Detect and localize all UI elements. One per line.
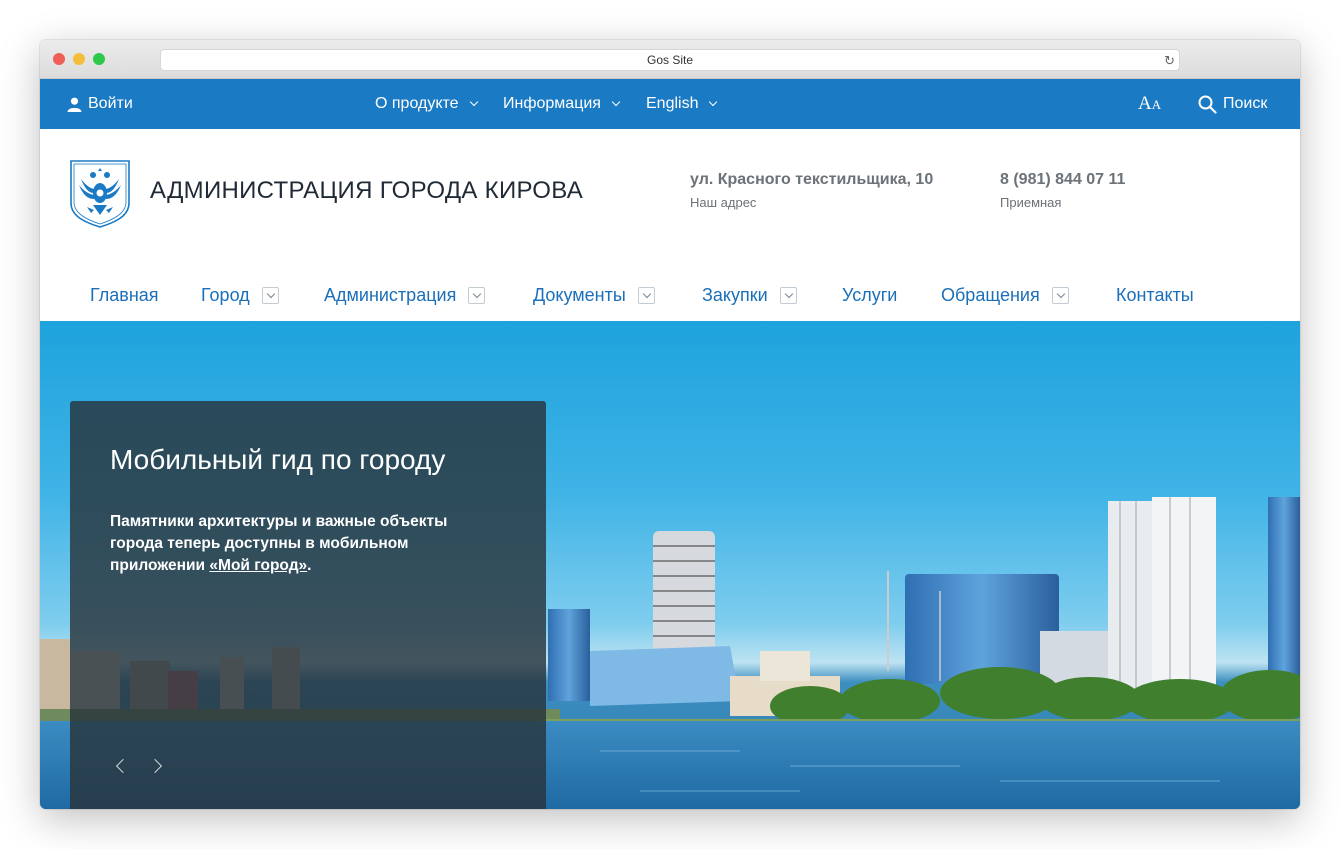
search-icon xyxy=(1198,95,1217,114)
nav-item-city[interactable]: Город xyxy=(201,285,279,306)
phone-block: 8 (981) 844 07 11 Приемная xyxy=(1000,171,1125,210)
reload-icon[interactable]: ↻ xyxy=(1164,51,1175,71)
site-title[interactable]: АДМИНИСТРАЦИЯ ГОРОДА КИРОВА xyxy=(150,177,583,205)
menu-about[interactable]: О продукте xyxy=(375,79,478,129)
nav-label: Главная xyxy=(90,285,159,305)
chevron-down-icon xyxy=(709,97,718,107)
dropdown-toggle-icon[interactable] xyxy=(468,287,486,304)
login-link[interactable]: Войти xyxy=(67,79,133,129)
address-label: Наш адрес xyxy=(690,195,757,210)
site-header: АДМИНИСТРАЦИЯ ГОРОДА КИРОВА ул. Красного… xyxy=(40,129,1300,321)
nav-item-documents[interactable]: Документы xyxy=(533,285,655,306)
language-switcher[interactable]: English xyxy=(646,79,718,129)
hero-slider: Мобильный гид по городу Памятники архите… xyxy=(40,321,1300,809)
nav-item-procurement[interactable]: Закупки xyxy=(702,285,797,306)
nav-label: Обращения xyxy=(941,285,1040,305)
nav-item-contacts[interactable]: Контакты xyxy=(1116,285,1194,306)
font-size-toggle[interactable]: AA xyxy=(1138,79,1161,129)
nav-item-services[interactable]: Услуги xyxy=(842,285,897,306)
search-link[interactable]: Поиск xyxy=(1198,79,1267,129)
font-size-icon: AA xyxy=(1138,93,1162,114)
window-controls xyxy=(53,53,105,65)
maximize-window-button[interactable] xyxy=(93,53,105,65)
page-title: Gos Site xyxy=(646,53,694,67)
nav-label: Администрация xyxy=(324,285,457,305)
coat-of-arms-logo[interactable] xyxy=(69,159,131,229)
nav-item-administration[interactable]: Администрация xyxy=(324,285,486,306)
nav-label: Контакты xyxy=(1116,285,1194,305)
nav-label: Документы xyxy=(533,285,626,305)
hero-caption-panel: Мобильный гид по городу Памятники архите… xyxy=(70,401,546,809)
menu-about-label: О продукте xyxy=(375,95,459,112)
hero-title: Мобильный гид по городу xyxy=(110,444,446,475)
user-icon xyxy=(67,97,82,112)
dropdown-toggle-icon[interactable] xyxy=(637,287,655,304)
dropdown-toggle-icon[interactable] xyxy=(779,287,797,304)
top-bar: Войти О продукте Информация English AA П… xyxy=(40,79,1300,129)
hero-text-end: . xyxy=(307,557,312,574)
slider-prev-icon[interactable] xyxy=(115,758,131,774)
menu-info[interactable]: Информация xyxy=(503,79,621,129)
menu-info-label: Информация xyxy=(503,95,601,112)
dropdown-toggle-icon[interactable] xyxy=(261,287,279,304)
address-bar[interactable]: Gos Site ↻ xyxy=(160,49,1180,71)
nav-item-appeals[interactable]: Обращения xyxy=(941,285,1069,306)
chevron-down-icon xyxy=(611,97,621,107)
nav-item-home[interactable]: Главная xyxy=(90,285,159,306)
browser-window: Gos Site ↻ Войти О продукте Информация E… xyxy=(40,40,1300,809)
dropdown-toggle-icon[interactable] xyxy=(1051,287,1069,304)
hero-description: Памятники архитектуры и важные объекты г… xyxy=(110,511,490,577)
nav-label: Город xyxy=(201,285,250,305)
slider-next-icon[interactable] xyxy=(147,758,163,774)
close-window-button[interactable] xyxy=(53,53,65,65)
chevron-down-icon xyxy=(469,97,478,107)
login-label: Войти xyxy=(88,95,133,112)
browser-titlebar: Gos Site ↻ xyxy=(40,40,1300,79)
language-label: English xyxy=(646,95,699,112)
address-block: ул. Красного текстильщика, 10 Наш адрес xyxy=(690,171,933,210)
minimize-window-button[interactable] xyxy=(73,53,85,65)
nav-label: Закупки xyxy=(702,285,768,305)
address-value: ул. Красного текстильщика, 10 xyxy=(690,171,934,188)
phone-value[interactable]: 8 (981) 844 07 11 xyxy=(1000,171,1125,189)
search-label: Поиск xyxy=(1223,95,1268,112)
phone-label: Приемная xyxy=(1000,195,1062,210)
main-nav: Главная Город Администрация Документы За… xyxy=(40,285,1300,321)
app-link[interactable]: «Мой город» xyxy=(209,557,307,574)
nav-label: Услуги xyxy=(842,285,898,305)
